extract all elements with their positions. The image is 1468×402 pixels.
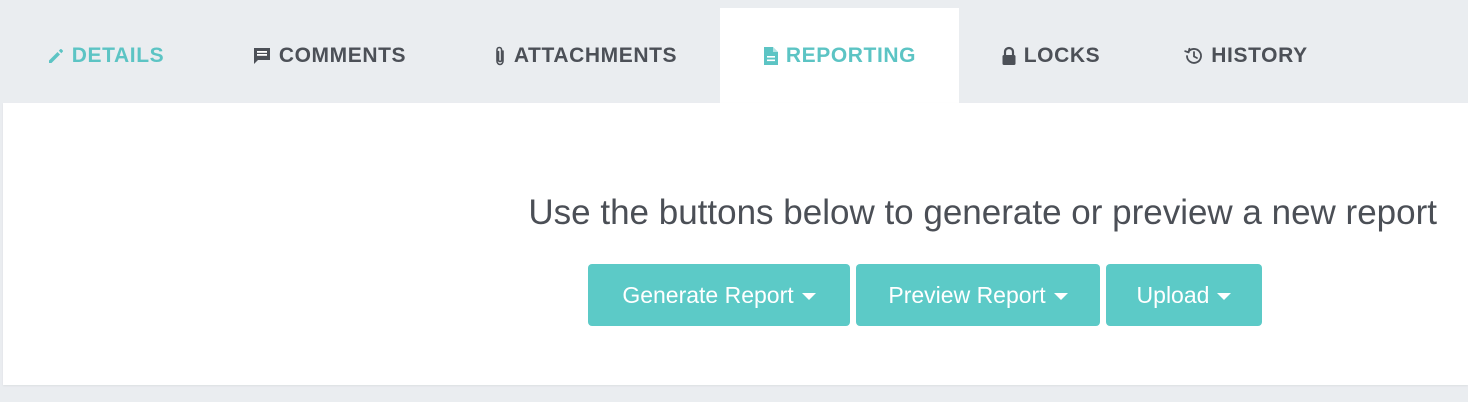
upload-button[interactable]: Upload	[1106, 264, 1262, 326]
tab-locks-label: LOCKS	[1023, 43, 1101, 67]
paperclip-icon	[493, 45, 507, 67]
upload-label: Upload	[1136, 281, 1210, 308]
generate-report-label: Generate Report	[622, 281, 794, 308]
preview-report-button[interactable]: Preview Report	[856, 264, 1100, 326]
tab-attachments-label: ATTACHMENTS	[513, 43, 678, 67]
tab-details[interactable]: DETAILS	[3, 8, 208, 103]
tab-history-label: HISTORY	[1211, 43, 1308, 67]
comment-icon	[252, 46, 272, 66]
tab-reporting-label: REPORTING	[785, 43, 917, 67]
document-icon	[763, 46, 779, 66]
caret-down-icon	[801, 293, 816, 300]
caret-down-icon	[1053, 293, 1068, 300]
record-panel: DETAILS COMMENTS ATTACHMENTS REPORTING L…	[3, 8, 1468, 385]
preview-report-label: Preview Report	[888, 281, 1046, 308]
tab-history[interactable]: HISTORY	[1142, 8, 1350, 103]
lock-icon	[1001, 46, 1017, 66]
tab-comments[interactable]: COMMENTS	[208, 8, 450, 103]
tab-comments-label: COMMENTS	[278, 43, 407, 67]
tab-attachments[interactable]: ATTACHMENTS	[450, 8, 720, 103]
tab-details-label: DETAILS	[71, 43, 165, 67]
generate-report-button[interactable]: Generate Report	[588, 264, 850, 326]
history-icon	[1184, 46, 1204, 66]
caret-down-icon	[1217, 293, 1232, 300]
tab-reporting[interactable]: REPORTING	[720, 8, 959, 103]
reporting-content: Use the buttons below to generate or pre…	[3, 103, 1468, 385]
tab-locks[interactable]: LOCKS	[959, 8, 1142, 103]
pencil-icon	[47, 47, 65, 65]
tab-bar: DETAILS COMMENTS ATTACHMENTS REPORTING L…	[3, 8, 1468, 103]
reporting-instructions: Use the buttons below to generate or pre…	[528, 193, 1437, 232]
